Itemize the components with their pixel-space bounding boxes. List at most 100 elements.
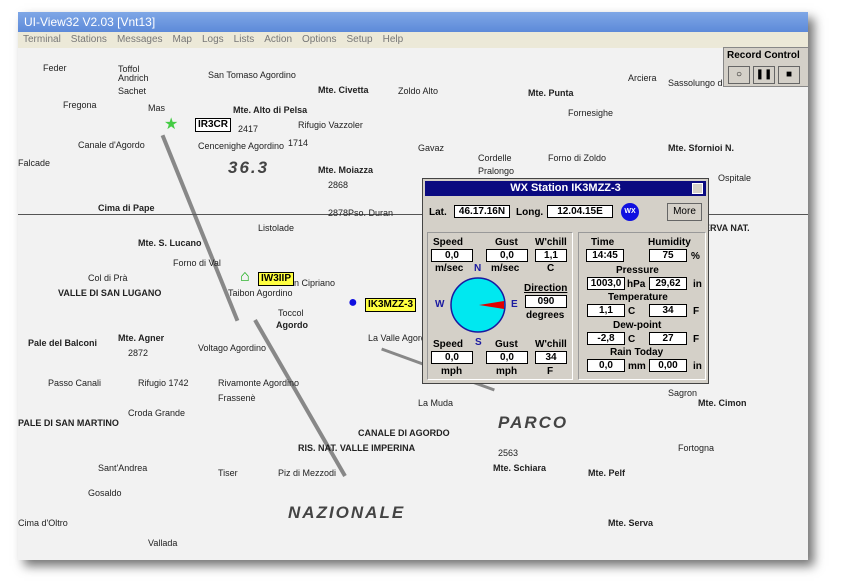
map-label: Rifugio Vazzoler [298, 120, 363, 130]
menu-stations[interactable]: Stations [66, 32, 112, 47]
map-label: RIS. NAT. VALLE IMPERINA [298, 443, 416, 453]
map-label: 2868 [328, 180, 349, 190]
time-label: Time [591, 237, 615, 248]
speed-label: Speed [433, 237, 464, 248]
map-label: 36.3 [228, 158, 270, 177]
unit-f: F [693, 334, 700, 345]
gust-label: Gust [495, 339, 518, 350]
lat-field: 46.17.16N [454, 205, 510, 218]
gust-ms: 0,0 [486, 249, 528, 262]
humidity-field: 75 [649, 249, 687, 262]
menu-terminal[interactable]: Terminal [18, 32, 66, 47]
unit-f: F [693, 306, 700, 317]
pause-button[interactable]: ❚❚ [753, 66, 775, 84]
menu-map[interactable]: Map [168, 32, 197, 47]
map-label: Arciera [628, 73, 657, 83]
rain-in: 0,00 [649, 359, 687, 372]
station-ik3mzz-3[interactable]: IK3MZZ-3 [365, 298, 416, 312]
map-label: Falcade [18, 158, 51, 168]
menu-logs[interactable]: Logs [197, 32, 229, 47]
station-star-icon[interactable]: ★ [164, 114, 178, 134]
map-label: Listolade [258, 223, 295, 233]
map-label: Gosaldo [88, 488, 122, 498]
map-label: Cencenighe Agordino [198, 141, 285, 151]
map-label: Cima di Pape [98, 203, 155, 213]
more-button[interactable]: More [667, 203, 702, 221]
wchill-f: 34 [535, 351, 567, 364]
station-iw3iip[interactable]: IW3IIP [258, 272, 295, 286]
hpa-unit: hPa [627, 279, 646, 290]
map-label: Pso. Duran [348, 208, 394, 218]
station-ir3cr[interactable]: IR3CR [195, 118, 232, 132]
map-label: Gavaz [418, 143, 445, 153]
map-label: Mte. Serva [608, 518, 654, 528]
compass-s: S [475, 337, 482, 348]
map-label: Mte. Schiara [493, 463, 547, 473]
map-label: Pale del Balconi [28, 338, 98, 348]
map-label: Fortogna [678, 443, 715, 453]
close-button[interactable] [692, 183, 703, 194]
menu-options[interactable]: Options [297, 32, 341, 47]
dew-f: 27 [649, 332, 687, 345]
map-label: Frassenè [218, 393, 256, 403]
unit-c: C [628, 334, 636, 345]
wchill-c: 1,1 [535, 249, 567, 262]
dew-c: -2,8 [587, 332, 625, 345]
map-label: Mte. Pelf [588, 468, 626, 478]
map-label: Mte. Punta [528, 88, 574, 98]
wchill-label: W'chill [535, 339, 567, 350]
in-unit: in [693, 361, 702, 372]
speed-label: Speed [433, 339, 464, 350]
degrees-label: degrees [526, 310, 565, 321]
map-label: Agordo [276, 320, 308, 330]
map-label: Sachet [118, 86, 147, 96]
map-label: Canale d'Agordo [78, 140, 145, 150]
time-field: 14:45 [586, 249, 624, 262]
map-label: Voltago Agordino [198, 343, 267, 353]
map-label: Rivamonte Agordino [218, 378, 300, 388]
speed-mph: 0,0 [431, 351, 473, 364]
lat-label: Lat. [429, 207, 447, 218]
map-label: 2878 [328, 208, 349, 218]
map-label: Piz di Mezzodi [278, 468, 337, 478]
map-label: Andrich [118, 73, 149, 83]
map-label: Mte. Sfornioi N. [668, 143, 734, 153]
map-label: Cima d'Oltro [18, 518, 68, 528]
map-label: 1714 [288, 138, 309, 148]
compass-n: N [474, 263, 482, 274]
wx-station-icon[interactable]: ● [348, 294, 358, 312]
direction-field: 090 [525, 295, 567, 308]
stop-button[interactable]: ■ [778, 66, 800, 84]
map-label: PALE DI SAN MARTINO [18, 418, 119, 428]
map-label: Feder [43, 63, 67, 73]
menu-lists[interactable]: Lists [229, 32, 260, 47]
pressure-in: 29,62 [649, 277, 687, 290]
dewpoint-label: Dew-point [613, 320, 662, 331]
unit-mph: mph [441, 366, 463, 377]
map-label: Pralongo [478, 166, 515, 176]
map-label: Tiser [218, 468, 238, 478]
map-label: Toffol [118, 64, 140, 74]
record-button[interactable]: ○ [728, 66, 750, 84]
map-label: San Tomaso Agordino [208, 70, 296, 80]
map-label: Forno di Zoldo [548, 153, 607, 163]
menu-help[interactable]: Help [378, 32, 409, 47]
map-label: Mte. Agner [118, 333, 165, 343]
long-label: Long. [516, 207, 544, 218]
menu-setup[interactable]: Setup [341, 32, 377, 47]
wx-icon: WX [621, 203, 639, 221]
rain-mm: 0,0 [587, 359, 625, 372]
temp-c: 1,1 [587, 304, 625, 317]
house-icon[interactable]: ⌂ [240, 268, 250, 286]
map-label: NAZIONALE [288, 503, 406, 522]
in-unit: in [693, 279, 702, 290]
unit-c: C [547, 263, 555, 274]
map-label: CANALE DI AGORDO [358, 428, 450, 438]
menu-messages[interactable]: Messages [112, 32, 168, 47]
wind-compass [450, 277, 506, 333]
menu-action[interactable]: Action [259, 32, 297, 47]
map-label: Sagron [668, 388, 698, 398]
map-label: La Muda [418, 398, 454, 408]
unit-c: C [628, 306, 636, 317]
menu-bar: Terminal Stations Messages Map Logs Lists Acti… [18, 32, 808, 48]
